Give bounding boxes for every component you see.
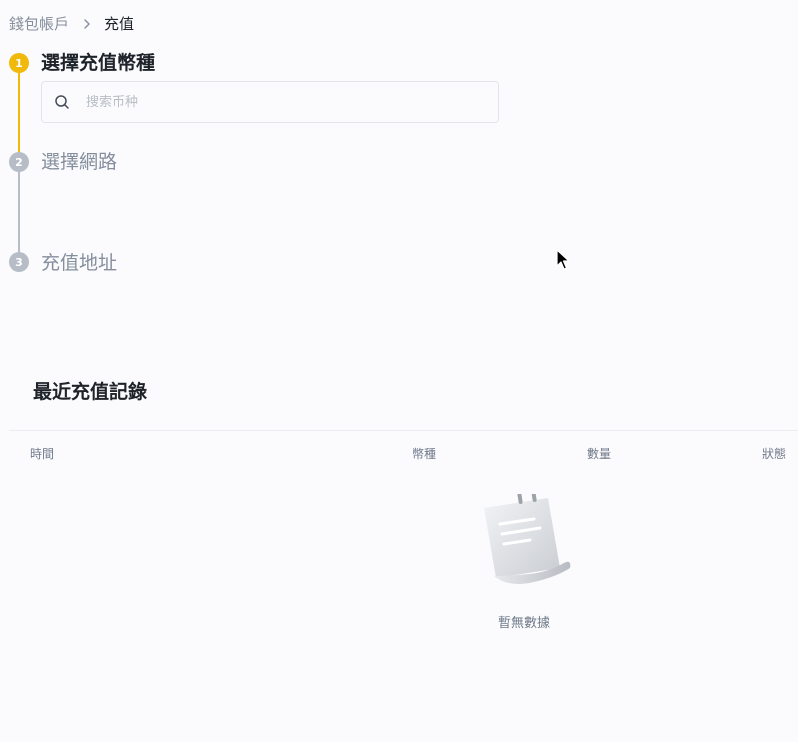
step-1-indicator: 1	[9, 53, 29, 73]
step-2-title[interactable]: 選擇網路	[41, 150, 117, 174]
step-connector-2	[18, 172, 20, 253]
step-connector-1	[18, 73, 20, 153]
step-3-indicator: 3	[9, 252, 29, 272]
breadcrumb-wallet-account-link[interactable]: 錢包帳戶	[9, 14, 69, 34]
search-icon	[55, 95, 69, 109]
step-2-indicator: 2	[9, 152, 29, 172]
mouse-pointer-icon	[556, 249, 570, 270]
column-header-coin: 幣種	[412, 447, 437, 461]
recent-deposits-title: 最近充值記錄	[33, 381, 148, 403]
chevron-right-icon	[84, 19, 90, 29]
column-header-status: 狀態	[762, 447, 787, 461]
records-divider	[9, 430, 798, 431]
coin-search-box[interactable]	[41, 81, 499, 123]
breadcrumb: 錢包帳戶 充值	[9, 14, 134, 34]
breadcrumb-current: 充值	[104, 15, 135, 33]
empty-state-text: 暫無數據	[498, 616, 551, 631]
coin-search-input[interactable]	[84, 93, 468, 111]
column-header-amount: 數量	[587, 447, 612, 461]
step-3-title: 充值地址	[41, 252, 118, 274]
empty-document-icon	[484, 494, 571, 584]
step-1-title: 選擇充值幣種	[41, 52, 156, 74]
column-header-time: 時間	[30, 447, 55, 461]
